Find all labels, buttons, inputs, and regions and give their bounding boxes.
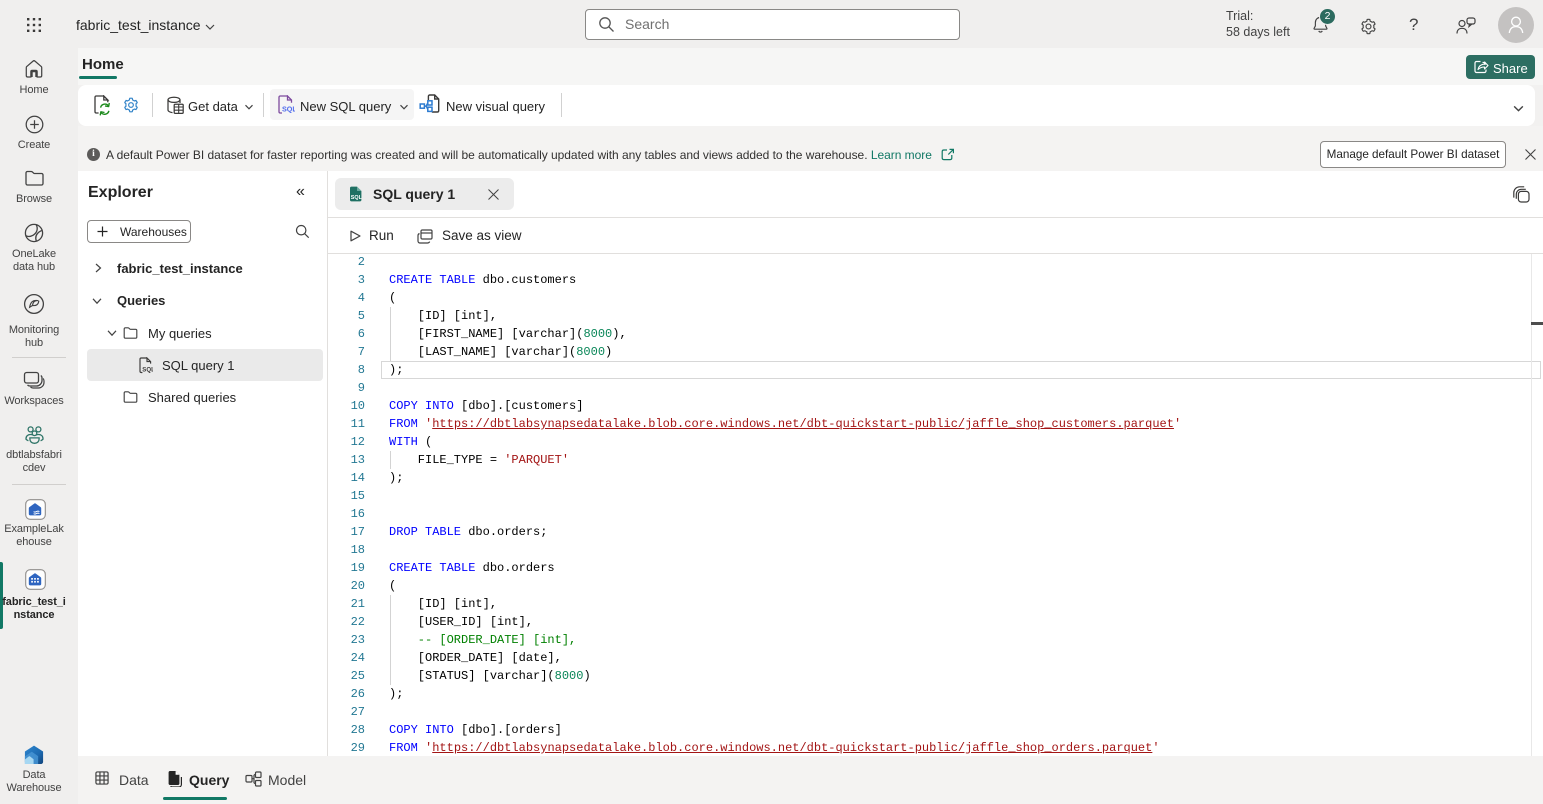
svg-text:SQL: SQL [351,195,363,201]
svg-text:SQL: SQL [282,104,295,113]
svg-text:SQL: SQL [142,367,153,374]
